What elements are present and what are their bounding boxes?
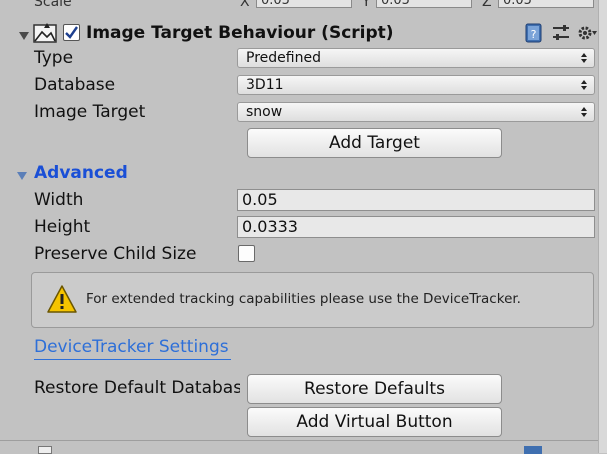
image-target-icon: [33, 22, 59, 44]
database-dropdown-value: 3D11: [246, 77, 284, 93]
image-target-dropdown[interactable]: snow: [237, 102, 595, 122]
image-target-label: Image Target: [34, 102, 146, 122]
advanced-foldout-label[interactable]: Advanced: [34, 163, 128, 183]
devicetracker-settings-link[interactable]: DeviceTracker Settings: [34, 337, 231, 360]
warning-text: For extended tracking capabilities pleas…: [86, 291, 521, 307]
warning-icon: [46, 284, 78, 314]
book-help-icon[interactable]: ?: [524, 23, 544, 43]
height-label: Height: [34, 217, 91, 237]
component-divider: [0, 440, 598, 441]
type-dropdown-value: Predefined: [246, 50, 321, 66]
width-label: Width: [34, 190, 84, 210]
scale-label: Scale: [34, 0, 72, 10]
scale-y-axis-label: Y: [362, 0, 371, 10]
scale-x-field[interactable]: 0.05: [256, 0, 352, 8]
component-title[interactable]: Image Target Behaviour (Script): [86, 23, 394, 43]
svg-text:?: ?: [531, 28, 537, 41]
type-dropdown[interactable]: Predefined: [237, 48, 595, 68]
foldout-arrow-icon[interactable]: [18, 27, 30, 40]
database-dropdown[interactable]: 3D11: [237, 75, 595, 95]
scale-z-axis-label: Z: [482, 0, 492, 10]
advanced-foldout-arrow-icon[interactable]: [16, 167, 28, 180]
dropdown-arrows-icon: [580, 76, 588, 101]
inspector-scrollbar[interactable]: [598, 0, 607, 453]
image-target-dropdown-value: snow: [246, 104, 283, 120]
scale-y-field[interactable]: 0.05: [376, 0, 472, 8]
width-field[interactable]: 0.05: [237, 189, 595, 211]
preserve-child-size-checkbox[interactable]: [238, 245, 255, 262]
transform-scale-row: Scale X 0.05 Y 0.05 Z 0.05: [0, 0, 597, 12]
preserve-child-size-label: Preserve Child Size: [34, 244, 197, 264]
scale-x-axis-label: X: [240, 0, 250, 10]
sliders-icon[interactable]: [551, 24, 571, 42]
scale-z-field[interactable]: 0.05: [498, 0, 594, 8]
warning-helpbox: For extended tracking capabilities pleas…: [31, 272, 594, 328]
dropdown-arrows-icon: [580, 49, 588, 74]
component-enabled-checkbox[interactable]: [63, 24, 80, 41]
dropdown-arrows-icon: [580, 103, 588, 128]
height-field[interactable]: 0.0333: [237, 216, 595, 238]
database-label: Database: [34, 75, 116, 95]
type-label: Type: [34, 48, 74, 68]
restore-defaults-button[interactable]: Restore Defaults: [247, 374, 502, 404]
restore-default-databases-label: Restore Default Databas: [34, 378, 240, 398]
add-target-button[interactable]: Add Target: [247, 128, 502, 158]
gear-icon[interactable]: [576, 23, 598, 43]
add-virtual-button[interactable]: Add Virtual Button: [247, 407, 502, 437]
